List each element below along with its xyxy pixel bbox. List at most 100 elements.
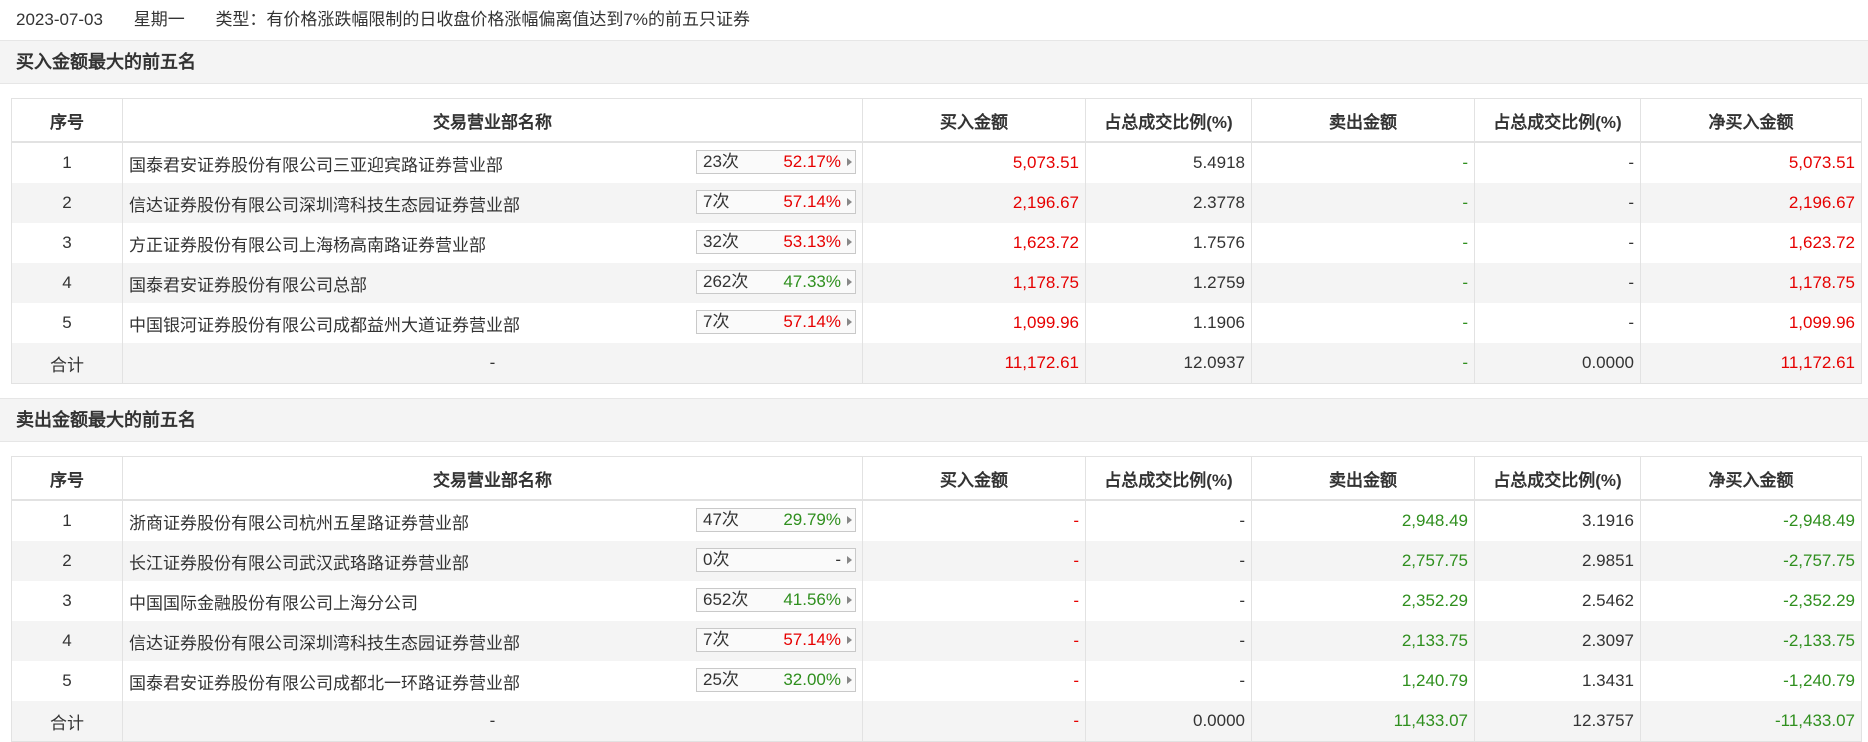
- net-buy-amount: 5,073.51: [1640, 142, 1862, 183]
- table-row: 5 中国银河证券股份有限公司成都益州大道证券营业部 7次 57.14% 1,099.96…: [11, 303, 1862, 343]
- win-rate: 57.14%: [783, 630, 841, 649]
- table-row: 2 信达证券股份有限公司深圳湾科技生态园证券营业部 7次 57.14% 2,196.67…: [11, 183, 1862, 223]
- listing-count: 7次: [703, 630, 730, 649]
- branch-cell: 信达证券股份有限公司深圳湾科技生态园证券营业部 7次 57.14%: [122, 621, 863, 661]
- total-net-buy: -11,433.07: [1640, 701, 1862, 742]
- col-net-buy: 净买入金额: [1640, 456, 1862, 501]
- col-net-buy: 净买入金额: [1640, 98, 1862, 143]
- col-buy-ratio: 占总成交比例(%): [1085, 456, 1252, 501]
- report-date: 2023-07-03: [16, 10, 103, 29]
- caret-right-icon: [847, 278, 852, 286]
- branch-name-link[interactable]: 国泰君安证券股份有限公司总部: [129, 276, 367, 295]
- branch-name-link[interactable]: 中国银河证券股份有限公司成都益州大道证券营业部: [129, 316, 520, 335]
- sell-table: 序号 交易营业部名称 买入金额 占总成交比例(%) 卖出金额 占总成交比例(%)…: [11, 456, 1862, 742]
- table-header-row: 序号 交易营业部名称 买入金额 占总成交比例(%) 卖出金额 占总成交比例(%)…: [11, 98, 1862, 143]
- branch-name-link[interactable]: 浙商证券股份有限公司杭州五星路证券营业部: [129, 514, 469, 533]
- win-rate: 32.00%: [783, 670, 841, 689]
- win-rate: 47.33%: [783, 272, 841, 291]
- sell-ratio: -: [1474, 142, 1641, 183]
- branch-name-link[interactable]: 国泰君安证券股份有限公司成都北一环路证券营业部: [129, 674, 520, 693]
- table-row: 4 信达证券股份有限公司深圳湾科技生态园证券营业部 7次 57.14% - -2,133.…: [11, 621, 1862, 661]
- branch-stats-badge[interactable]: 652次 41.56%: [696, 588, 856, 612]
- buy-ratio: 1.1906: [1085, 303, 1252, 343]
- branch-stats-badge[interactable]: 47次 29.79%: [696, 508, 856, 532]
- net-buy-amount: 1,099.96: [1640, 303, 1862, 343]
- sell-section-title: 卖出金额最大的前五名: [0, 398, 1868, 442]
- report-weekday: 星期一: [133, 10, 185, 29]
- col-sell-ratio: 占总成交比例(%): [1474, 98, 1641, 143]
- row-index: 5: [11, 661, 123, 701]
- branch-stats-badge[interactable]: 25次 32.00%: [696, 668, 856, 692]
- sell-amount: 2,352.29: [1251, 581, 1475, 621]
- total-row: 合计 - -0.0000 11,433.07 12.3757 -11,433.07: [11, 701, 1862, 742]
- row-index: 3: [11, 223, 123, 263]
- branch-stats-badge[interactable]: 7次 57.14%: [696, 310, 856, 334]
- sell-ratio: 2.3097: [1474, 621, 1641, 661]
- branch-name-link[interactable]: 国泰君安证券股份有限公司三亚迎宾路证券营业部: [129, 156, 503, 175]
- net-buy-amount: -2,757.75: [1640, 541, 1862, 581]
- col-buy-amount: 买入金额: [862, 98, 1086, 143]
- row-index: 1: [11, 500, 123, 541]
- branch-stats-badge[interactable]: 262次 47.33%: [696, 270, 856, 294]
- buy-ratio: -: [1085, 541, 1252, 581]
- buy-amount: -: [862, 500, 1086, 541]
- listing-count: 7次: [703, 312, 730, 331]
- branch-cell: 浙商证券股份有限公司杭州五星路证券营业部 47次 29.79%: [122, 500, 863, 541]
- buy-amount: -: [862, 581, 1086, 621]
- total-name: -: [122, 701, 863, 742]
- total-name: -: [122, 343, 863, 384]
- branch-stats-badge[interactable]: 23次 52.17%: [696, 150, 856, 174]
- branch-stats-badge[interactable]: 7次 57.14%: [696, 190, 856, 214]
- net-buy-amount: -1,240.79: [1640, 661, 1862, 701]
- sell-ratio: -: [1474, 303, 1641, 343]
- sell-amount: -: [1251, 263, 1475, 303]
- col-branch-name: 交易营业部名称: [122, 456, 863, 501]
- table-row: 3 中国国际金融股份有限公司上海分公司 652次 41.56% - -2,352.29 2.…: [11, 581, 1862, 621]
- table-row: 3 方正证券股份有限公司上海杨高南路证券营业部 32次 53.13% 1,623.72 1…: [11, 223, 1862, 263]
- table-header-row: 序号 交易营业部名称 买入金额 占总成交比例(%) 卖出金额 占总成交比例(%)…: [11, 456, 1862, 501]
- caret-right-icon: [847, 636, 852, 644]
- listing-count: 32次: [703, 232, 739, 251]
- branch-cell: 国泰君安证券股份有限公司总部 262次 47.33%: [122, 263, 863, 303]
- net-buy-amount: 1,178.75: [1640, 263, 1862, 303]
- branch-stats-badge[interactable]: 32次 53.13%: [696, 230, 856, 254]
- sell-ratio: 2.5462: [1474, 581, 1641, 621]
- branch-name-link[interactable]: 中国国际金融股份有限公司上海分公司: [129, 594, 418, 613]
- branch-cell: 中国国际金融股份有限公司上海分公司 652次 41.56%: [122, 581, 863, 621]
- branch-cell: 信达证券股份有限公司深圳湾科技生态园证券营业部 7次 57.14%: [122, 183, 863, 223]
- listing-count: 47次: [703, 510, 739, 529]
- caret-right-icon: [847, 556, 852, 564]
- buy-section-title: 买入金额最大的前五名: [0, 40, 1868, 84]
- buy-ratio: 1.7576: [1085, 223, 1252, 263]
- branch-name-link[interactable]: 信达证券股份有限公司深圳湾科技生态园证券营业部: [129, 634, 520, 653]
- col-index: 序号: [11, 456, 123, 501]
- table-row: 4 国泰君安证券股份有限公司总部 262次 47.33% 1,178.75 1.2759-…: [11, 263, 1862, 303]
- branch-stats-badge[interactable]: 7次 57.14%: [696, 628, 856, 652]
- win-rate: -: [835, 550, 841, 569]
- branch-name-link[interactable]: 方正证券股份有限公司上海杨高南路证券营业部: [129, 236, 486, 255]
- caret-right-icon: [847, 516, 852, 524]
- buy-ratio: 1.2759: [1085, 263, 1252, 303]
- caret-right-icon: [847, 198, 852, 206]
- sell-amount: 1,240.79: [1251, 661, 1475, 701]
- row-index: 2: [11, 541, 123, 581]
- win-rate: 52.17%: [783, 152, 841, 171]
- total-row: 合计 -11,172.61 12.0937-0.0000 11,172.61: [11, 343, 1862, 384]
- table-row: 1 浙商证券股份有限公司杭州五星路证券营业部 47次 29.79% - -2,948.49…: [11, 500, 1862, 541]
- net-buy-amount: -2,352.29: [1640, 581, 1862, 621]
- sell-ratio: 1.3431: [1474, 661, 1641, 701]
- listing-count: 7次: [703, 192, 730, 211]
- listing-count: 652次: [703, 590, 749, 609]
- branch-stats-badge[interactable]: 0次 -: [696, 548, 856, 572]
- sell-amount: 2,133.75: [1251, 621, 1475, 661]
- buy-amount: 1,623.72: [862, 223, 1086, 263]
- row-index: 4: [11, 621, 123, 661]
- net-buy-amount: -2,133.75: [1640, 621, 1862, 661]
- table-row: 5 国泰君安证券股份有限公司成都北一环路证券营业部 25次 32.00% - -1,240…: [11, 661, 1862, 701]
- total-label: 合计: [11, 701, 123, 742]
- listing-count: 25次: [703, 670, 739, 689]
- branch-name-link[interactable]: 信达证券股份有限公司深圳湾科技生态园证券营业部: [129, 196, 520, 215]
- sell-amount: -: [1251, 223, 1475, 263]
- sell-table-body: 1 浙商证券股份有限公司杭州五星路证券营业部 47次 29.79% - -2,948.49…: [11, 500, 1862, 742]
- branch-name-link[interactable]: 长江证券股份有限公司武汉武珞路证券营业部: [129, 554, 469, 573]
